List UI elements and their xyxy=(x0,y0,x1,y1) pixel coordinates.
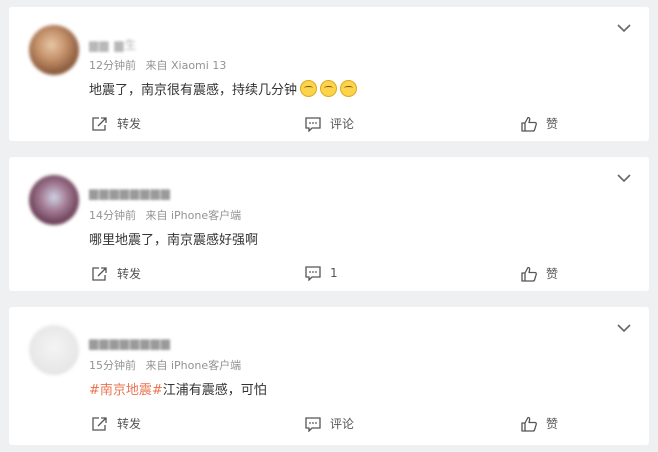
comment-button[interactable]: 评论 xyxy=(304,415,354,432)
comment-body: 地震了，南京很有震感，持续几分钟 xyxy=(89,83,298,98)
username[interactable]: ▆▆ ▆生 xyxy=(89,36,138,53)
chevron-down-icon[interactable] xyxy=(617,323,631,333)
comment-icon xyxy=(305,266,321,281)
timestamp: 15分钟前 xyxy=(89,359,136,372)
smile-emoji-icon xyxy=(320,80,338,97)
topic-hashtag-link[interactable]: #南京地震# xyxy=(89,383,163,398)
share-icon xyxy=(92,116,107,131)
comment-body: 江浦有震感，可怕 xyxy=(162,383,267,398)
comment-meta: 15分钟前 来自 iPhone客户端 xyxy=(89,357,241,373)
comment-label: 评论 xyxy=(330,417,355,431)
like-label: 赞 xyxy=(546,117,559,131)
like-icon xyxy=(521,266,537,282)
comment-text: 哪里地震了，南京震感好强啊 xyxy=(89,229,258,248)
share-label: 转发 xyxy=(117,117,142,131)
share-button[interactable]: 转发 xyxy=(91,115,141,132)
like-label: 赞 xyxy=(546,417,559,431)
username[interactable]: ▆▆▆▆▆▆▆▆ xyxy=(89,336,171,350)
comment-meta: 12分钟前 来自 Xiaomi 13 xyxy=(89,57,226,73)
comment-body: 哪里地震了，南京震感好强啊 xyxy=(89,233,259,248)
comment-button[interactable]: 1 xyxy=(304,265,338,281)
comment-text: #南京地震#江浦有震感，可怕 xyxy=(89,379,267,398)
like-button[interactable]: 赞 xyxy=(520,115,558,132)
like-button[interactable]: 赞 xyxy=(520,415,558,432)
source-device: 来自 Xiaomi 13 xyxy=(145,59,227,72)
like-button[interactable]: 赞 xyxy=(520,265,558,282)
username[interactable]: ▆▆▆▆▆▆▆▆ xyxy=(89,186,171,200)
avatar[interactable] xyxy=(29,25,79,75)
comment-button[interactable]: 评论 xyxy=(304,115,354,132)
avatar[interactable] xyxy=(29,175,79,225)
timestamp: 12分钟前 xyxy=(89,59,136,72)
comment-card: ▆▆▆▆▆▆▆▆ 15分钟前 来自 iPhone客户端 #南京地震#江浦有震感，… xyxy=(9,307,649,445)
avatar[interactable] xyxy=(29,325,79,375)
comment-text: 地震了，南京很有震感，持续几分钟 xyxy=(89,79,358,98)
smile-emoji-icon xyxy=(300,80,318,97)
comment-card: ▆▆ ▆生 12分钟前 来自 Xiaomi 13 地震了，南京很有震感，持续几分… xyxy=(9,7,649,141)
smile-emoji-icon xyxy=(340,80,358,97)
share-icon xyxy=(92,266,107,281)
timestamp: 14分钟前 xyxy=(89,209,136,222)
comment-meta: 14分钟前 来自 iPhone客户端 xyxy=(89,207,241,223)
comment-card: ▆▆▆▆▆▆▆▆ 14分钟前 来自 iPhone客户端 哪里地震了，南京震感好强… xyxy=(9,157,649,291)
comment-icon xyxy=(305,116,321,132)
source-device: 来自 iPhone客户端 xyxy=(145,209,242,222)
share-label: 转发 xyxy=(117,417,142,431)
like-label: 赞 xyxy=(546,267,559,281)
share-label: 转发 xyxy=(117,267,142,281)
share-icon xyxy=(92,416,107,431)
share-button[interactable]: 转发 xyxy=(91,415,141,432)
chevron-down-icon[interactable] xyxy=(617,23,631,33)
comment-icon xyxy=(305,416,321,432)
comment-count: 1 xyxy=(330,266,338,280)
share-button[interactable]: 转发 xyxy=(91,265,141,282)
like-icon xyxy=(521,116,537,132)
comment-label: 评论 xyxy=(330,117,355,131)
source-device: 来自 iPhone客户端 xyxy=(145,359,242,372)
like-icon xyxy=(521,416,537,432)
chevron-down-icon[interactable] xyxy=(617,173,631,183)
